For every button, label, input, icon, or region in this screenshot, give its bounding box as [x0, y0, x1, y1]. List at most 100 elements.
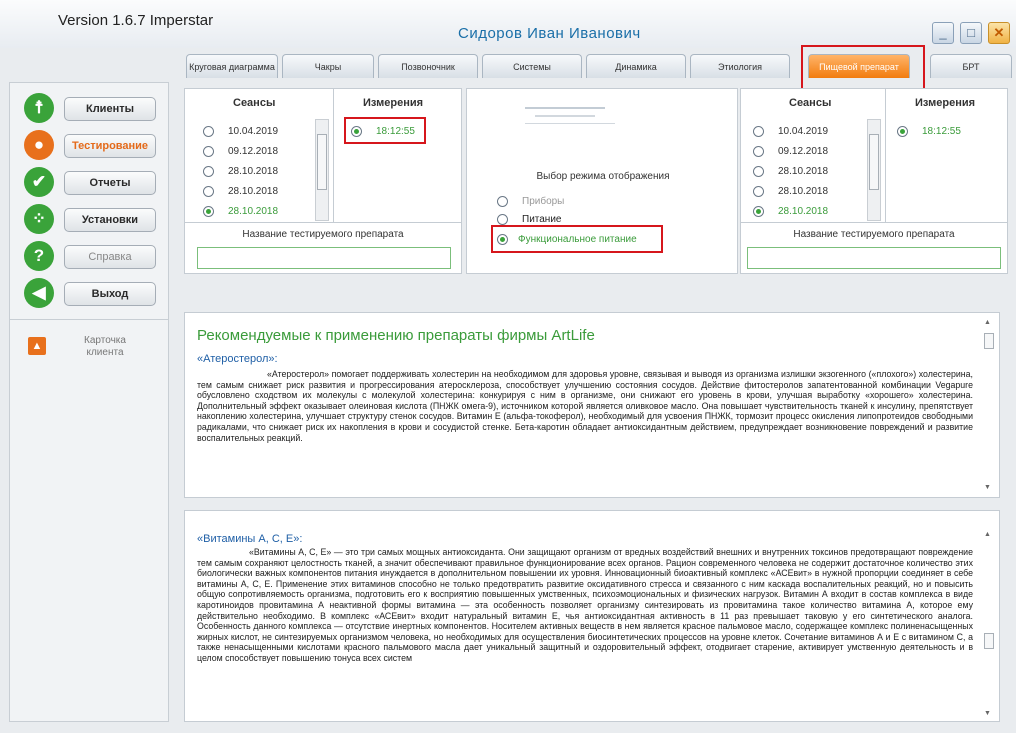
scroll-up-icon[interactable]: ▲ [984, 531, 991, 538]
client-card-icon: ▲ [28, 337, 46, 355]
scroll-down-icon[interactable]: ▼ [984, 484, 991, 491]
radio-button[interactable] [497, 195, 508, 207]
measure-item[interactable]: 18:12:55 [351, 123, 415, 139]
sidebar-label: Выход [64, 282, 156, 306]
drug-label: Название тестируемого препарата [793, 229, 955, 240]
network-icon: ⁘ [24, 204, 54, 234]
sidebar-item-help[interactable]: ? Справка [24, 241, 156, 271]
session-date: 28.10.2018 [228, 165, 279, 177]
tab-chakras[interactable]: Чакры [282, 54, 374, 78]
scroll-thumb[interactable] [984, 633, 994, 649]
minimize-button[interactable]: _ [932, 22, 954, 44]
sidebar-label: Тестирование [64, 134, 156, 158]
session-item-selected[interactable]: 28.10.2018 [203, 203, 278, 219]
client-card-button[interactable]: ▲ Карточка клиента [24, 331, 164, 371]
placeholder-line [525, 107, 605, 109]
session-item[interactable]: 10.04.2019 [753, 123, 828, 139]
radio-button[interactable] [203, 185, 214, 197]
radio-button-selected[interactable] [897, 125, 908, 137]
tab-systems[interactable]: Системы [482, 54, 582, 78]
session-date: 28.10.2018 [778, 185, 829, 197]
sidebar-item-clients[interactable]: ☨ Клиенты [24, 93, 156, 123]
row-divider [741, 222, 1007, 223]
scroll-down-icon[interactable]: ▼ [984, 710, 991, 717]
mode-option[interactable]: Питание [497, 211, 561, 227]
vitamins-panel: «Витамины А, С, Е»: «Витамины А, С, Е» —… [184, 510, 1000, 722]
session-date: 28.10.2018 [228, 185, 279, 197]
tab-dynamics[interactable]: Динамика [586, 54, 686, 78]
mode-label: Приборы [522, 195, 565, 207]
session-item[interactable]: 09.12.2018 [753, 143, 828, 159]
right-session-panel: Сеансы Измерения 10.04.2019 09.12.2018 2… [740, 88, 1008, 274]
session-item[interactable]: 28.10.2018 [753, 183, 828, 199]
measure-item[interactable]: 18:12:55 [897, 123, 961, 139]
maximize-button[interactable]: □ [960, 22, 982, 44]
sidebar-item-reports[interactable]: ✔ Отчеты [24, 167, 156, 197]
radio-button[interactable] [753, 165, 764, 177]
scroll-thumb[interactable] [869, 134, 879, 190]
close-button[interactable]: ✕ [988, 22, 1010, 44]
left-session-panel: Сеансы Измерения 10.04.2019 09.12.2018 2… [184, 88, 462, 274]
sessions-scrollbar[interactable] [315, 119, 329, 221]
radio-button-selected[interactable] [203, 205, 214, 217]
version-label: Version 1.6.7 Imperstar [58, 12, 214, 29]
radio-button[interactable] [753, 125, 764, 137]
session-date: 09.12.2018 [778, 145, 829, 157]
radio-button[interactable] [203, 145, 214, 157]
radio-button-selected[interactable] [497, 233, 508, 245]
radio-button[interactable] [753, 185, 764, 197]
tab-food-supplement[interactable]: Пищевой препарат [808, 54, 910, 78]
radio-button[interactable] [753, 145, 764, 157]
tab-spine[interactable]: Позвоночник [378, 54, 478, 78]
client-name: Сидоров Иван Иванович [458, 25, 641, 42]
sidebar: ☨ Клиенты ● Тестирование ✔ Отчеты ⁘ Уста… [9, 82, 169, 722]
drug-name-input[interactable] [747, 247, 1001, 269]
product-name: «Витамины А, С, Е»: [197, 533, 303, 545]
sessions-header: Сеансы [789, 97, 832, 109]
tab-pie-chart[interactable]: Круговая диаграмма [186, 54, 278, 78]
scroll-thumb[interactable] [984, 333, 994, 349]
radio-button-selected[interactable] [351, 125, 362, 137]
text-scrollbar[interactable]: ▲ ▼ [983, 529, 997, 719]
tab-etiology[interactable]: Этиология [690, 54, 790, 78]
scroll-thumb[interactable] [317, 134, 327, 190]
session-date: 09.12.2018 [228, 145, 279, 157]
tab-brt[interactable]: БРТ [930, 54, 1012, 78]
text-scrollbar[interactable]: ▲ ▼ [983, 317, 997, 493]
sidebar-item-testing[interactable]: ● Тестирование [24, 130, 156, 160]
sidebar-label: Клиенты [64, 97, 156, 121]
radio-button[interactable] [203, 125, 214, 137]
sessions-scrollbar[interactable] [867, 119, 881, 221]
session-item-selected[interactable]: 28.10.2018 [753, 203, 828, 219]
sidebar-item-settings[interactable]: ⁘ Установки [24, 204, 156, 234]
drug-name-input[interactable] [197, 247, 451, 269]
sidebar-divider [10, 319, 168, 320]
mode-option[interactable]: Приборы [497, 193, 564, 209]
drug-label: Название тестируемого препарата [242, 229, 404, 240]
session-date: 10.04.2019 [778, 125, 829, 137]
radio-button[interactable] [203, 165, 214, 177]
measures-header: Измерения [363, 97, 424, 109]
session-item[interactable]: 28.10.2018 [753, 163, 828, 179]
session-item[interactable]: 28.10.2018 [203, 163, 278, 179]
radio-button-selected[interactable] [753, 205, 764, 217]
placeholder-line [525, 123, 615, 124]
scroll-up-icon[interactable]: ▲ [984, 319, 991, 326]
client-card-label: Карточка клиента [84, 335, 126, 358]
session-item[interactable]: 09.12.2018 [203, 143, 278, 159]
radio-button[interactable] [497, 213, 508, 225]
recommendation-title: Рекомендуемые к применению препараты фир… [197, 327, 595, 344]
question-icon: ? [24, 241, 54, 271]
recommendation-panel: Рекомендуемые к применению препараты фир… [184, 312, 1000, 498]
sidebar-label: Отчеты [64, 171, 156, 195]
sessions-header: Сеансы [233, 97, 276, 109]
session-item[interactable]: 28.10.2018 [203, 183, 278, 199]
product-name: «Атеростерол»: [197, 353, 278, 365]
sidebar-item-exit[interactable]: ◀ Выход [24, 278, 156, 308]
session-date: 28.10.2018 [778, 205, 829, 217]
column-divider [885, 89, 886, 222]
mode-title: Выбор режима отображения [536, 171, 670, 182]
mode-option-selected[interactable]: Функциональное питание [497, 231, 637, 247]
session-item[interactable]: 10.04.2019 [203, 123, 278, 139]
product-description: «Витамины А, С, Е» — это три самых мощны… [197, 547, 973, 663]
